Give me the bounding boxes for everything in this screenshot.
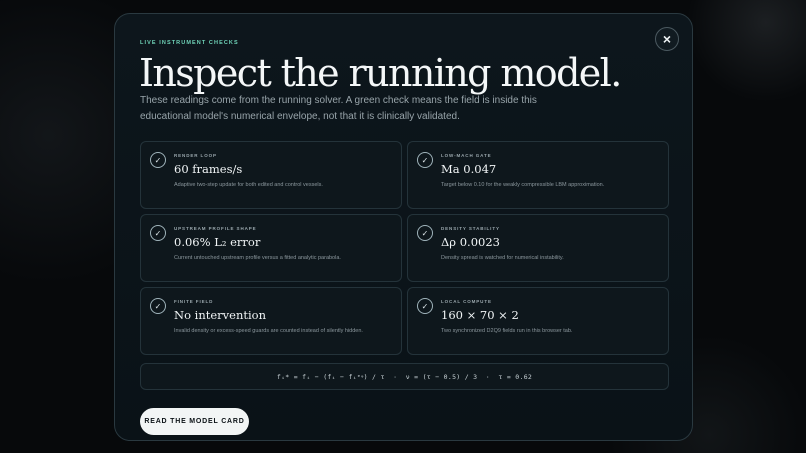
check-description: Current untouched upstream profile versu… — [174, 255, 341, 261]
check-card-local-compute: ✓ LOCAL COMPUTE 160 × 70 × 2 Two synchro… — [407, 287, 669, 355]
check-description: Invalid density or excess-speed guards a… — [174, 328, 363, 334]
check-card-render-loop: ✓ RENDER LOOP 60 frames/s Adaptive two-s… — [140, 141, 402, 209]
check-icon: ✓ — [417, 152, 433, 168]
check-icon: ✓ — [150, 298, 166, 314]
check-card-finite-field: ✓ FINITE FIELD No intervention Invalid d… — [140, 287, 402, 355]
check-card-density-stability: ✓ DENSITY STABILITY Δρ 0.0023 Density sp… — [407, 214, 669, 282]
modal-description: These readings come from the running sol… — [140, 95, 537, 122]
check-description: Density spread is watched for numerical … — [441, 255, 564, 261]
check-label: DENSITY STABILITY — [441, 226, 500, 231]
check-card-upstream-profile: ✓ UPSTREAM PROFILE SHAPE 0.06% L₂ error … — [140, 214, 402, 282]
check-value: 0.06% L₂ error — [174, 235, 261, 249]
lbm-formula: fᵢ* = fᵢ − (fᵢ − fᵢᵉᵠ) / τ · ν = (τ − 0.… — [140, 363, 669, 390]
check-description: Adaptive two-step update for both edited… — [174, 182, 323, 188]
eyebrow-label: LIVE INSTRUMENT CHECKS — [140, 40, 239, 46]
check-value: 60 frames/s — [174, 162, 243, 176]
check-description: Two synchronized D2Q9 fields run in this… — [441, 328, 573, 334]
check-label: LOW-MACH GATE — [441, 153, 492, 158]
check-grid: ✓ RENDER LOOP 60 frames/s Adaptive two-s… — [140, 141, 669, 355]
check-icon: ✓ — [417, 225, 433, 241]
close-icon: × — [662, 31, 672, 47]
check-value: 160 × 70 × 2 — [441, 308, 519, 322]
check-label: FINITE FIELD — [174, 299, 214, 304]
check-value: Ma 0.047 — [441, 162, 497, 176]
close-button[interactable]: × — [655, 27, 679, 51]
check-icon: ✓ — [150, 152, 166, 168]
check-icon: ✓ — [150, 225, 166, 241]
model-check-modal: × LIVE INSTRUMENT CHECKS Inspect the run… — [114, 13, 693, 441]
check-label: LOCAL COMPUTE — [441, 299, 492, 304]
check-value: No intervention — [174, 308, 266, 322]
check-label: RENDER LOOP — [174, 153, 217, 158]
check-card-low-mach-gate: ✓ LOW-MACH GATE Ma 0.047 Target below 0.… — [407, 141, 669, 209]
check-value: Δρ 0.0023 — [441, 235, 500, 249]
check-label: UPSTREAM PROFILE SHAPE — [174, 226, 257, 231]
modal-title: Inspect the running model. — [139, 51, 622, 95]
check-description: Target below 0.10 for the weakly compres… — [441, 182, 605, 188]
check-icon: ✓ — [417, 298, 433, 314]
read-model-card-button[interactable]: READ THE MODEL CARD — [140, 408, 249, 435]
